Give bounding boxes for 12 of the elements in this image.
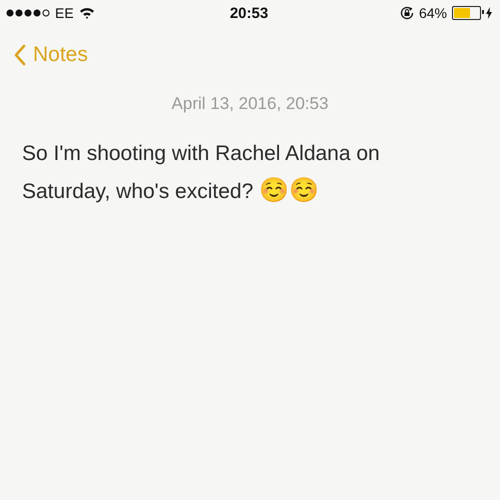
battery-icon (452, 6, 481, 20)
note-text: So I'm shooting with Rachel Aldana on Saturday, who's excited? ☺☺ (22, 141, 381, 206)
note-date: April 13, 2016, 20:53 (170, 94, 330, 114)
back-button[interactable]: Notes (14, 43, 88, 67)
chevron-icon (14, 44, 26, 66)
wifi-icon (78, 7, 95, 19)
clock-time: 20:53 (230, 4, 268, 22)
charging-icon (486, 7, 492, 19)
battery-percent: 64% (418, 5, 447, 21)
rotation-lock-icon (400, 6, 414, 20)
signal-icon (6, 9, 50, 17)
carrier-name: EE (55, 5, 74, 21)
